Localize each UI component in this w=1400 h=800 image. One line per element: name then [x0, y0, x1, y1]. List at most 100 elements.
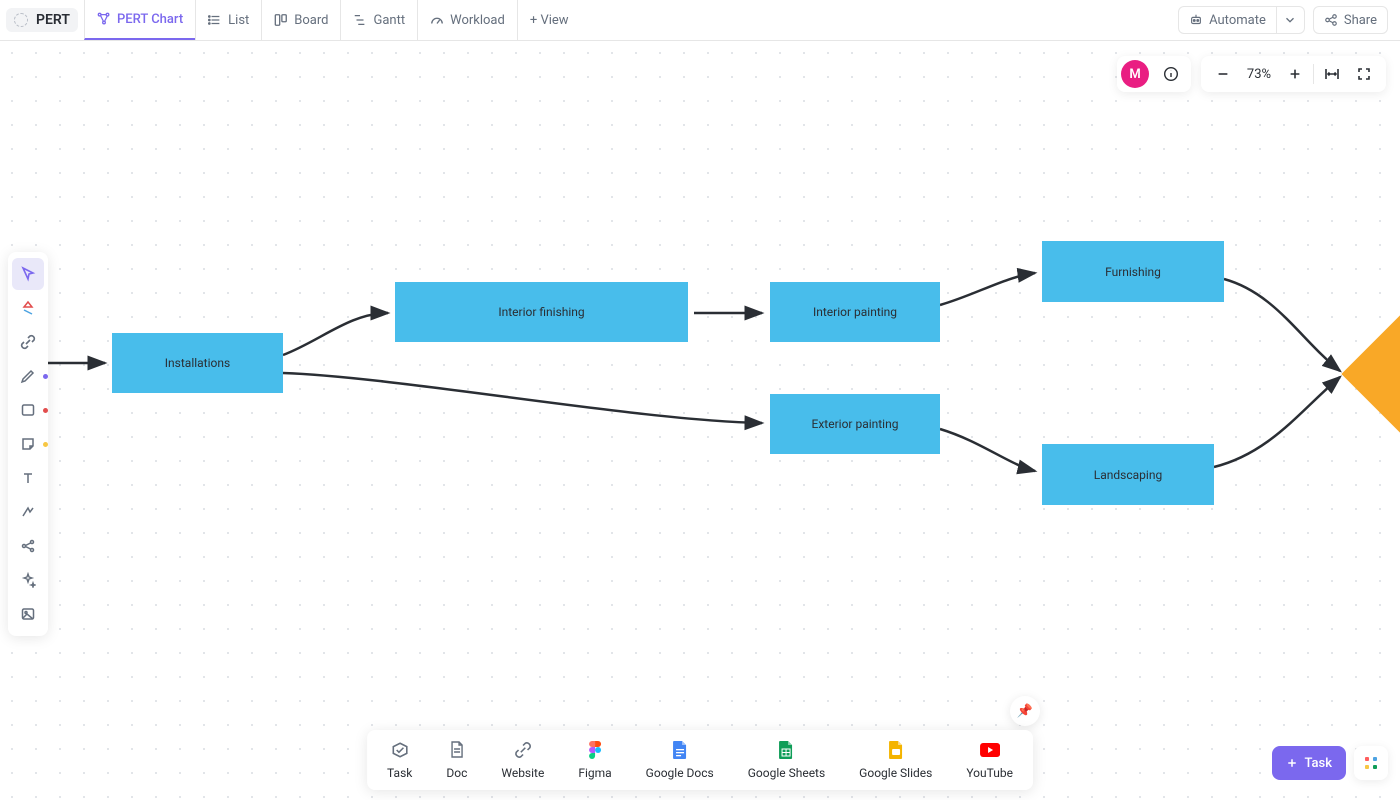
edge[interactable] [1214, 377, 1340, 467]
dock-google-slides[interactable]: Google Slides [859, 740, 932, 780]
active-color-dot [43, 442, 48, 447]
tab-gantt[interactable]: Gantt [340, 0, 417, 40]
status-circle-icon [14, 13, 28, 27]
insert-dock: Task Doc Website Figma Google Docs Googl… [367, 730, 1033, 790]
share-button[interactable]: Share [1313, 6, 1388, 34]
image-icon [20, 606, 36, 622]
avatar[interactable]: M [1121, 60, 1149, 88]
project-title-chip[interactable]: PERT [6, 8, 78, 32]
tool-select[interactable] [12, 258, 44, 290]
task-button-label: Task [1304, 756, 1332, 771]
fit-width-icon [1324, 66, 1340, 82]
presence-pill: M [1117, 56, 1191, 92]
cursor-icon [20, 266, 36, 282]
tool-sticky[interactable] [12, 428, 44, 460]
tool-pen[interactable] [12, 360, 44, 392]
tab-list[interactable]: List [195, 0, 261, 40]
dock-label: Figma [578, 766, 611, 780]
diagram-edges [0, 41, 1400, 800]
tool-text[interactable] [12, 462, 44, 494]
dock-pin-button[interactable]: 📌 [1010, 696, 1040, 726]
zoom-cluster: M 73% [1117, 56, 1386, 92]
dock-google-docs[interactable]: Google Docs [646, 740, 714, 780]
text-icon [20, 470, 36, 486]
tool-mindmap[interactable] [12, 530, 44, 562]
node-label: Furnishing [1105, 265, 1161, 279]
tab-workload[interactable]: Workload [417, 0, 517, 40]
automate-button[interactable]: Automate [1178, 6, 1277, 34]
add-view-label: + View [530, 13, 569, 28]
rectangle-icon [20, 402, 36, 418]
sticky-note-icon [20, 436, 36, 452]
dock-doc[interactable]: Doc [446, 740, 467, 780]
fullscreen-icon [1356, 66, 1372, 82]
sparkle-icon [20, 572, 36, 588]
figma-icon [585, 740, 605, 760]
automate-label: Automate [1209, 13, 1266, 28]
fit-width-button[interactable] [1316, 56, 1348, 92]
tool-rectangle[interactable] [12, 394, 44, 426]
tool-ai[interactable] [12, 564, 44, 596]
robot-icon [1189, 13, 1203, 27]
tab-pert-chart[interactable]: PERT Chart [84, 0, 195, 40]
doc-icon [447, 740, 467, 760]
plus-icon [1288, 67, 1302, 81]
node-label: Installations [165, 356, 230, 370]
link-icon [20, 334, 36, 350]
edge[interactable] [283, 373, 762, 423]
node-landscaping[interactable]: Landscaping [1042, 444, 1214, 505]
dock-task[interactable]: Task [387, 740, 412, 780]
zoom-out-button[interactable] [1207, 56, 1239, 92]
active-color-dot [43, 408, 48, 413]
tool-connector[interactable] [12, 496, 44, 528]
google-docs-icon [670, 740, 690, 760]
edge[interactable] [1224, 279, 1340, 371]
node-label: Interior finishing [498, 305, 584, 319]
youtube-icon [980, 740, 1000, 760]
node-interior-painting[interactable]: Interior painting [770, 282, 940, 342]
edge[interactable] [940, 273, 1035, 305]
dock-youtube[interactable]: YouTube [966, 740, 1013, 780]
node-installations[interactable]: Installations [112, 333, 283, 393]
tab-board[interactable]: Board [261, 0, 340, 40]
automate-caret[interactable] [1277, 6, 1305, 34]
task-icon [390, 740, 410, 760]
tool-whiteboard[interactable] [12, 292, 44, 324]
gantt-icon [353, 13, 367, 27]
add-view-button[interactable]: + View [517, 0, 581, 40]
tool-tray [8, 252, 48, 636]
info-button[interactable] [1155, 56, 1187, 92]
dock-website[interactable]: Website [501, 740, 544, 780]
tab-label: Workload [450, 13, 505, 28]
dock-google-sheets[interactable]: Google Sheets [748, 740, 825, 780]
view-tab-bar: PERT PERT Chart List Board Gantt Workloa… [0, 0, 1400, 41]
view-tabs: PERT Chart List Board Gantt Workload + V… [84, 0, 581, 40]
share-icon [1324, 13, 1338, 27]
zoom-in-button[interactable] [1279, 56, 1311, 92]
dock-label: Google Sheets [748, 766, 825, 780]
node-interior-finishing[interactable]: Interior finishing [395, 282, 688, 342]
dock-figma[interactable]: Figma [578, 740, 611, 780]
dock-label: YouTube [966, 766, 1013, 780]
tool-link[interactable] [12, 326, 44, 358]
fullscreen-button[interactable] [1348, 56, 1380, 92]
share-label: Share [1344, 13, 1377, 28]
new-task-button[interactable]: Task [1272, 746, 1346, 780]
node-exterior-painting[interactable]: Exterior painting [770, 394, 940, 454]
dock-label: Doc [446, 766, 467, 780]
chevron-down-icon [1283, 13, 1297, 27]
shapes-icon [20, 300, 36, 316]
apps-grid-icon [1363, 755, 1379, 771]
bottom-right-buttons: Task [1272, 746, 1388, 780]
tool-image[interactable] [12, 598, 44, 630]
node-label: Interior painting [813, 305, 897, 319]
network-icon [97, 12, 111, 26]
pin-icon: 📌 [1017, 704, 1033, 719]
edge[interactable] [283, 313, 388, 355]
apps-button[interactable] [1354, 746, 1388, 780]
node-furnishing[interactable]: Furnishing [1042, 241, 1224, 302]
edge[interactable] [940, 429, 1035, 471]
list-icon [208, 13, 222, 27]
pert-canvas[interactable]: Installations Interior finishing Interio… [0, 41, 1400, 800]
active-color-dot [43, 374, 48, 379]
